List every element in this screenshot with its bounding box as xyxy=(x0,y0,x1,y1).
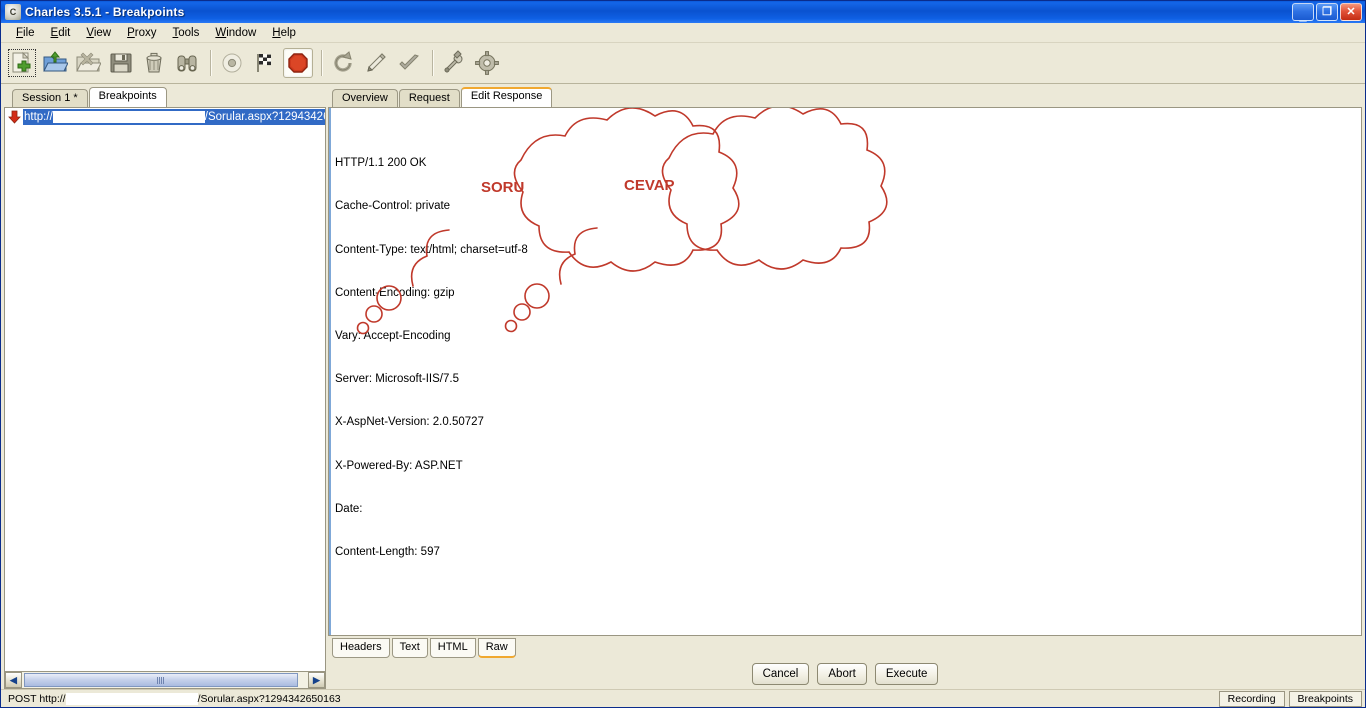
tab-overview-label: Overview xyxy=(342,92,388,104)
new-session-icon[interactable] xyxy=(7,48,37,78)
header-line: X-Powered-By: ASP.NET xyxy=(335,459,463,472)
menu-view[interactable]: View xyxy=(79,24,118,42)
tab-raw[interactable]: Raw xyxy=(477,638,516,658)
tools-wrench-icon[interactable] xyxy=(439,48,469,78)
minimize-button[interactable]: _ xyxy=(1292,3,1314,23)
validate-check-icon[interactable] xyxy=(394,48,424,78)
scrollbar-thumb[interactable] xyxy=(24,673,298,687)
menu-proxy[interactable]: Proxy xyxy=(120,24,163,42)
view-mode-tabstrip: Headers Text HTML Raw xyxy=(328,638,1362,659)
status-bar: POST http:// /Sorular.aspx?1294342650163… xyxy=(1,689,1365,707)
tab-headers-label: Headers xyxy=(340,641,382,653)
menu-tools[interactable]: Tools xyxy=(166,24,207,42)
stop-octagon-icon[interactable] xyxy=(283,48,313,78)
status-url: POST http:// /Sorular.aspx?1294342650163 xyxy=(4,692,1215,705)
main-split: Session 1 * Breakpoints http:// /Sorular… xyxy=(1,84,1365,689)
toolbar-separator-1 xyxy=(210,50,212,76)
scrollbar-track[interactable] xyxy=(22,672,308,688)
breakpoints-tree[interactable]: http:// /Sorular.aspx?12943426501 xyxy=(4,107,326,672)
sorular-line: Sorular=ŞAŞKINLIKTAN SERSEMLEMEK|AFALLAM… xyxy=(367,631,770,635)
scroll-right-arrow-icon[interactable]: ▶ xyxy=(308,672,325,688)
header-line: X-AspNet-Version: 2.0.50727 xyxy=(335,416,484,429)
status-redacted xyxy=(65,692,198,705)
maximize-button[interactable]: ❐ xyxy=(1316,3,1338,21)
edit-pencil-icon[interactable] xyxy=(361,48,391,78)
tree-row[interactable]: http:// /Sorular.aspx?12943426501 xyxy=(5,108,325,125)
charles-app-icon: C xyxy=(5,4,21,20)
record-icon[interactable] xyxy=(217,48,247,78)
status-recording[interactable]: Recording xyxy=(1218,690,1285,707)
save-icon[interactable] xyxy=(106,48,136,78)
tab-session-1-label: Session 1 * xyxy=(22,92,78,104)
tab-overview[interactable]: Overview xyxy=(332,89,398,108)
header-line: Content-Encoding: gzip xyxy=(335,286,455,299)
header-line: Cache-Control: private xyxy=(335,200,451,213)
header-line: Date: xyxy=(335,502,363,515)
tree-row-prefix: http:// xyxy=(24,110,53,123)
tree-row-selected[interactable]: http:// /Sorular.aspx?12943426501 xyxy=(23,108,325,125)
tab-html-label: HTML xyxy=(437,641,468,653)
header-line: Content-Length: 597 xyxy=(335,546,440,559)
close-button[interactable]: ✕ xyxy=(1340,3,1362,21)
scroll-left-arrow-icon[interactable]: ◀ xyxy=(5,672,22,688)
tree-row-redacted xyxy=(52,110,205,123)
right-panel: Overview Request Edit Response HTTP/1.1 … xyxy=(328,87,1362,689)
close-session-icon[interactable] xyxy=(73,48,103,78)
tab-request-label: Request xyxy=(408,92,450,104)
tab-text[interactable]: Text xyxy=(391,638,428,658)
window-title: Charles 3.5.1 - Breakpoints xyxy=(25,5,185,19)
response-tabstrip: Overview Request Edit Response xyxy=(328,87,1362,108)
tab-breakpoints[interactable]: Breakpoints xyxy=(88,87,167,107)
cancel-button[interactable]: Cancel xyxy=(751,663,810,685)
tab-session-1[interactable]: Session 1 * xyxy=(12,89,88,108)
window-controls: _ ❐ ✕ xyxy=(1292,3,1362,23)
menu-window[interactable]: Window xyxy=(208,24,263,42)
repeat-refresh-icon[interactable] xyxy=(328,48,358,78)
tab-headers[interactable]: Headers xyxy=(332,638,390,658)
status-path: /Sorular.aspx?1294342650163 xyxy=(197,692,341,705)
tab-text-label: Text xyxy=(399,641,420,653)
menu-bar: File Edit View Proxy Tools Window Help xyxy=(1,23,1365,43)
charles-window: C Charles 3.5.1 - Breakpoints _ ❐ ✕ File… xyxy=(0,0,1366,708)
execute-button[interactable]: Execute xyxy=(874,663,939,685)
toolbar-separator-2 xyxy=(321,50,323,76)
tab-edit-response[interactable]: Edit Response xyxy=(460,87,553,107)
clear-trash-icon[interactable] xyxy=(139,48,169,78)
title-bar: C Charles 3.5.1 - Breakpoints _ ❐ ✕ xyxy=(1,1,1365,23)
menu-file[interactable]: File xyxy=(9,24,42,42)
toolbar xyxy=(1,43,1365,84)
tab-edit-response-label: Edit Response xyxy=(470,90,543,102)
settings-gear-icon[interactable] xyxy=(472,48,502,78)
header-line: HTTP/1.1 200 OK xyxy=(335,157,427,170)
abort-button[interactable]: Abort xyxy=(817,663,867,685)
open-folder-icon[interactable] xyxy=(40,48,70,78)
header-line: Vary: Accept-Encoding xyxy=(335,330,451,343)
tab-breakpoints-label: Breakpoints xyxy=(98,90,157,102)
tree-row-suffix: /Sorular.aspx?12943426501 xyxy=(204,110,325,123)
toolbar-separator-3 xyxy=(432,50,434,76)
binoculars-find-icon[interactable] xyxy=(172,48,202,78)
session-tabstrip: Session 1 * Breakpoints xyxy=(4,87,326,108)
tab-request[interactable]: Request xyxy=(398,89,460,108)
red-down-arrow-icon xyxy=(7,109,22,124)
status-method: POST http:// xyxy=(8,692,66,705)
checkered-flag-icon[interactable] xyxy=(250,48,280,78)
left-panel: Session 1 * Breakpoints http:// /Sorular… xyxy=(4,87,326,689)
response-text[interactable]: HTTP/1.1 200 OK Cache-Control: private C… xyxy=(329,108,1361,635)
header-line: Content-Type: text/html; charset=utf-8 xyxy=(335,243,528,256)
response-editor[interactable]: HTTP/1.1 200 OK Cache-Control: private C… xyxy=(328,107,1362,636)
action-bar: Cancel Abort Execute xyxy=(328,659,1362,689)
header-line: Server: Microsoft-IIS/7.5 xyxy=(335,373,459,386)
tree-horizontal-scrollbar[interactable]: ◀ ▶ xyxy=(4,672,326,689)
menu-help[interactable]: Help xyxy=(265,24,303,42)
tab-raw-label: Raw xyxy=(485,641,508,653)
status-breakpoints[interactable]: Breakpoints xyxy=(1288,690,1362,707)
tab-html[interactable]: HTML xyxy=(429,638,476,658)
menu-edit[interactable]: Edit xyxy=(44,24,78,42)
